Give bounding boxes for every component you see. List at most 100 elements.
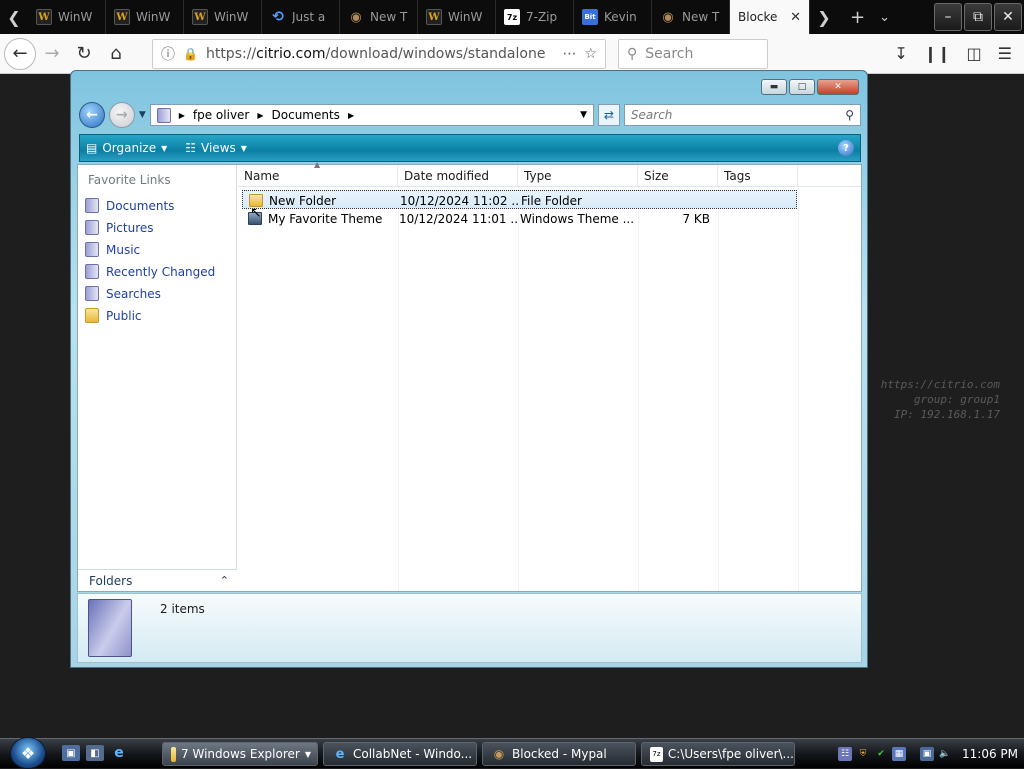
fav-link-label: Searches (106, 286, 161, 301)
folder-icon (171, 746, 177, 762)
task-windows-explorer[interactable]: 7 Windows Explorer ▼ (162, 742, 318, 766)
explorer-forward-button[interactable]: → (108, 102, 135, 128)
file-row-new-folder[interactable]: New Folder 10/12/2024 11:02 ... File Fol… (242, 190, 797, 209)
tab-list-chevron-down-icon[interactable]: ⌄ (879, 10, 890, 25)
browser-tab[interactable]: ◉ New T (340, 0, 418, 34)
breadcrumb-chevron-icon[interactable]: ▶ (348, 111, 354, 120)
minimize-button[interactable]: – (934, 3, 962, 31)
browser-search-input[interactable]: ⚲ Search (618, 38, 768, 69)
column-header-type[interactable]: Type (518, 165, 638, 187)
tab-close-icon[interactable]: ✕ (790, 10, 801, 25)
security-shield-icon[interactable]: ⛨ (856, 747, 870, 761)
clock[interactable]: 11:06 PM (962, 747, 1018, 761)
sidebar-icon[interactable]: ◫ (967, 44, 982, 63)
browser-tab[interactable]: W WinW (28, 0, 106, 34)
refresh-button[interactable]: ⇄ (597, 104, 620, 126)
explorer-back-button[interactable]: ← (79, 102, 105, 128)
recent-pages-chevron-down-icon[interactable]: ▼ (139, 110, 146, 120)
browser-tab[interactable]: 7z 7-Zip (496, 0, 574, 34)
folders-toggle[interactable]: Folders ⌃ (78, 569, 237, 591)
bookmark-star-icon[interactable]: ☆ (584, 46, 597, 62)
library-icon[interactable]: ❙❙ (924, 44, 951, 63)
browser-tab[interactable]: ◉ New T (652, 0, 730, 34)
mypal-icon: ◉ (493, 747, 505, 761)
file-row-theme[interactable]: My Favorite Theme 10/12/2024 11:01 ... W… (242, 209, 797, 228)
fav-link-public[interactable]: Public (85, 308, 142, 323)
start-button[interactable]: ❖ (10, 737, 46, 769)
organize-button[interactable]: ▤ Organize ▼ (86, 141, 167, 155)
new-tab-plus-icon[interactable]: + (850, 7, 865, 28)
tab-scroll-right-button[interactable]: ❯ (810, 0, 838, 34)
switch-windows-icon[interactable]: ◧ (86, 745, 104, 761)
file-list: Name ▲ Date modified Type Size Tags New F… (238, 160, 861, 591)
task-collabnet[interactable]: e CollabNet - Windo... (323, 742, 477, 766)
breadcrumb-item-documents[interactable]: Documents (272, 108, 340, 122)
watermark-line: group: group1 (913, 393, 1000, 406)
help-icon[interactable]: ? (838, 140, 854, 156)
forward-button[interactable]: → (36, 38, 68, 70)
network-share-icon[interactable]: ☷ (838, 747, 852, 761)
menu-icon[interactable]: ☰ (998, 44, 1012, 63)
breadcrumb[interactable]: ▶ fpe oliver ▶ Documents ▶ ▼ (149, 104, 594, 126)
column-header-date[interactable]: Date modified (398, 165, 518, 187)
recently-changed-icon (85, 264, 99, 279)
url-text[interactable]: https://citrio.com/download/windows/stan… (206, 46, 554, 62)
explorer-search-input[interactable]: Search ⚲ (623, 104, 861, 126)
address-dropdown-icon[interactable]: ▼ (580, 110, 587, 120)
views-label: Views (201, 141, 236, 155)
pictures-icon (85, 220, 99, 235)
watermark: https://citrio.com group: group1 IP: 192… (860, 377, 1000, 422)
w-logo-icon: W (114, 9, 130, 25)
tab-label: Kevin (604, 10, 637, 24)
checkmark-icon[interactable]: ✔ (874, 747, 888, 761)
fav-link-documents[interactable]: Documents (85, 198, 174, 213)
browser-tab[interactable]: Bit Kevin (574, 0, 652, 34)
column-label: Size (644, 169, 669, 183)
browser-tab[interactable]: ⟲ Just a (262, 0, 340, 34)
watermark-line: https://citrio.com (880, 378, 1000, 391)
task-7zip[interactable]: 7z C:\Users\fpe oliver\... (641, 742, 795, 766)
explorer-close-button[interactable]: ✕ (817, 79, 859, 95)
file-type: Windows Theme ... (520, 211, 635, 226)
browser-tab[interactable]: W WinW (184, 0, 262, 34)
file-date: 10/12/2024 11:01 ... (399, 211, 517, 226)
page-actions-icon[interactable]: ⋯ (562, 46, 576, 62)
column-label: Name (244, 169, 280, 183)
browser-tab[interactable]: W WinW (106, 0, 184, 34)
network-icon[interactable]: ▣ (920, 747, 934, 761)
computer-folder-icon (156, 107, 171, 123)
taskbar: ❖ ▣ ◧ e 7 Windows Explorer ▼ e CollabNet… (0, 737, 1024, 769)
display-icon[interactable]: ▦ (892, 747, 906, 761)
column-header-tags[interactable]: Tags (718, 165, 798, 187)
volume-icon[interactable]: 🔈 (938, 747, 952, 761)
fav-link-recently-changed[interactable]: Recently Changed (85, 264, 215, 279)
explorer-minimize-button[interactable]: ▬ (761, 79, 787, 95)
breadcrumb-chevron-icon[interactable]: ▶ (257, 111, 263, 120)
browser-tab[interactable]: W WinW (418, 0, 496, 34)
fav-link-searches[interactable]: Searches (85, 286, 161, 301)
column-header-name[interactable]: Name ▲ (238, 160, 398, 187)
breadcrumb-item-user[interactable]: fpe oliver (193, 108, 249, 122)
show-desktop-icon[interactable]: ▣ (62, 745, 80, 761)
tab-scroll-left-button[interactable]: ❮ (0, 0, 28, 34)
watermark-line: IP: 192.168.1.17 (894, 408, 1000, 421)
views-button[interactable]: ☷ Views ▼ (185, 141, 247, 155)
search-icon[interactable]: ⚲ (845, 108, 854, 122)
task-mypal[interactable]: ◉ Blocked - Mypal (482, 742, 636, 766)
back-button[interactable]: ← (4, 37, 36, 70)
info-icon[interactable]: ⓘ (161, 44, 175, 64)
explorer-maximize-button[interactable]: □ (789, 79, 815, 95)
ie-icon[interactable]: e (110, 745, 128, 761)
breadcrumb-chevron-icon[interactable]: ▶ (179, 111, 185, 120)
fav-link-pictures[interactable]: Pictures (85, 220, 154, 235)
url-bar[interactable]: ⓘ 🔒 https://citrio.com/download/windows/… (152, 38, 606, 69)
browser-tab-active[interactable]: Blocke ✕ (730, 0, 810, 34)
fav-link-music[interactable]: Music (85, 242, 140, 257)
close-button[interactable]: ✕ (994, 3, 1022, 31)
home-button[interactable]: ⌂ (100, 38, 132, 70)
maximize-button[interactable]: ⧉ (964, 3, 992, 31)
download-icon[interactable]: ↧ (894, 44, 907, 63)
reload-button[interactable]: ↻ (68, 38, 100, 70)
views-icon: ☷ (185, 141, 197, 155)
column-header-size[interactable]: Size (638, 165, 718, 187)
